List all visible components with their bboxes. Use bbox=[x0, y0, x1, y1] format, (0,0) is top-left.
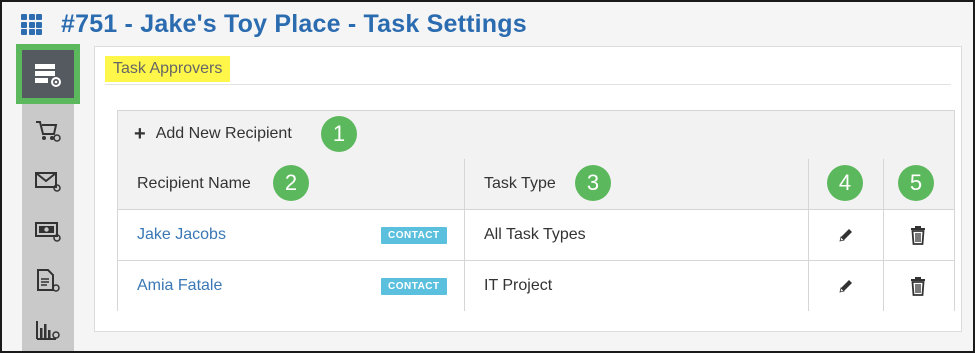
section-title: Task Approvers bbox=[105, 56, 231, 82]
reports-settings-icon bbox=[36, 321, 60, 340]
recipient-name-link[interactable]: Jake Jacobs bbox=[137, 226, 226, 244]
sidebar-item-billing-settings[interactable] bbox=[22, 206, 74, 256]
recipients-table: + Add New Recipient Recipient Name Task … bbox=[117, 110, 955, 311]
table-row: Amia Fatale CONTACT IT Project bbox=[118, 261, 954, 311]
email-settings-icon bbox=[35, 172, 61, 192]
column-header-recipient-name: Recipient Name bbox=[137, 175, 251, 192]
column-header-task-type: Task Type bbox=[484, 175, 556, 192]
pencil-icon bbox=[839, 229, 852, 242]
task-type-value: IT Project bbox=[484, 277, 553, 294]
document-settings-icon bbox=[37, 269, 60, 292]
page-header: #751 - Jake's Toy Place - Task Settings bbox=[2, 2, 973, 46]
app-window: #751 - Jake's Toy Place - Task Settings bbox=[0, 0, 975, 353]
billing-settings-icon bbox=[35, 222, 61, 242]
grid-icon[interactable] bbox=[21, 14, 42, 35]
sidebar-item-email-settings[interactable] bbox=[22, 156, 74, 206]
delete-button[interactable] bbox=[906, 223, 930, 247]
settings-sidebar bbox=[16, 44, 80, 351]
add-new-recipient-button[interactable]: + Add New Recipient bbox=[134, 124, 292, 144]
edit-button[interactable] bbox=[834, 274, 858, 298]
delete-button[interactable] bbox=[906, 274, 930, 298]
sidebar-item-cart-settings[interactable] bbox=[22, 106, 74, 156]
task-settings-icon bbox=[35, 64, 61, 87]
trash-icon bbox=[911, 277, 925, 296]
task-type-value: All Task Types bbox=[484, 226, 586, 243]
table-row: Jake Jacobs CONTACT All Task Types bbox=[118, 210, 954, 261]
contact-badge: CONTACT bbox=[381, 227, 447, 244]
plus-icon: + bbox=[134, 123, 146, 145]
section-divider bbox=[105, 84, 951, 85]
add-recipient-row: + Add New Recipient bbox=[118, 111, 954, 160]
sidebar-item-reports-settings[interactable] bbox=[22, 306, 74, 351]
edit-button[interactable] bbox=[834, 223, 858, 247]
page-title: #751 - Jake's Toy Place - Task Settings bbox=[61, 10, 527, 38]
add-new-recipient-label: Add New Recipient bbox=[155, 125, 292, 142]
sidebar-item-document-settings[interactable] bbox=[22, 256, 74, 306]
pencil-icon bbox=[839, 280, 852, 293]
callout-3: 3 bbox=[575, 165, 611, 201]
callout-2: 2 bbox=[273, 165, 309, 201]
contact-badge: CONTACT bbox=[381, 278, 447, 295]
cart-settings-icon bbox=[36, 121, 61, 142]
callout-4: 4 bbox=[827, 165, 863, 201]
callout-1: 1 bbox=[321, 116, 357, 152]
callout-5: 5 bbox=[898, 165, 934, 201]
sidebar-item-task-settings[interactable] bbox=[16, 44, 80, 104]
recipient-name-link[interactable]: Amia Fatale bbox=[137, 277, 222, 295]
trash-icon bbox=[911, 226, 925, 245]
